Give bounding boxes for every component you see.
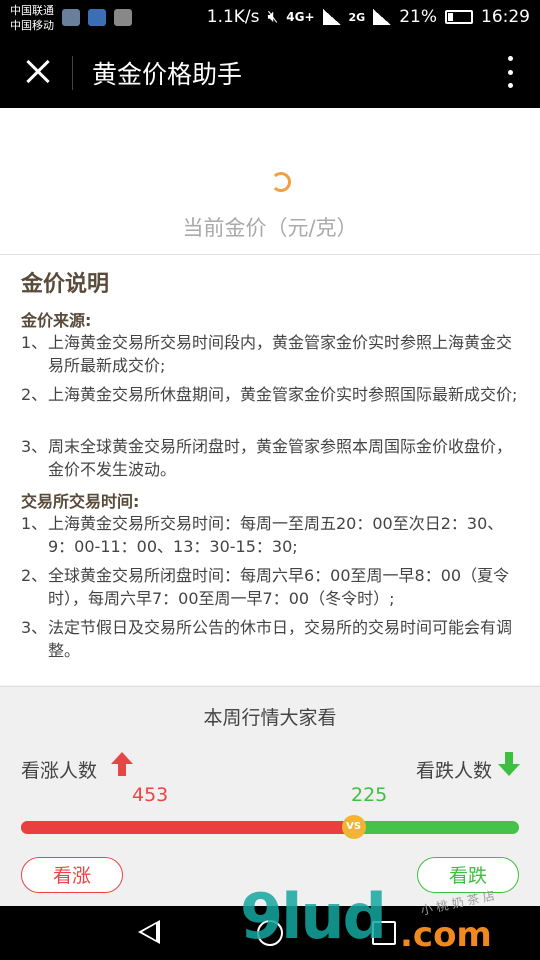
status-bar: 中国联通 中国移动 1.1K/s 🔇︎ 4G+ 2G 21% 16:29 <box>0 0 540 36</box>
status-right: 1.1K/s 🔇︎ 4G+ 2G 21% 16:29 <box>207 7 530 27</box>
network-speed: 1.1K/s <box>206 7 260 27</box>
hours-heading: 交易所交易时间: <box>21 492 140 511</box>
rise-count: 453 <box>132 784 169 806</box>
vote-ratio-bar: VS <box>21 815 519 839</box>
rise-label: 看涨人数 <box>21 760 98 782</box>
weibo-icon <box>62 9 80 26</box>
vs-badge: VS <box>341 815 366 839</box>
carrier-2: 中国移动 <box>10 19 54 32</box>
list-item: 2、 全球黄金交易所闭盘时间：每周六早6：00至周一早8：00（夏令时），每周六… <box>21 564 526 610</box>
current-price-label: 当前金价（元/克） <box>182 216 358 240</box>
vote-section: 本周行情大家看 看涨人数 看跌人数 453 225 VS 看涨 看跌 <box>0 686 540 907</box>
loading-spinner-icon <box>271 172 291 192</box>
item-text: 上海黄金交易所交易时间：每周一至周五20：00至次日2：30、9：00-11：0… <box>48 514 504 556</box>
price-card: 当前金价（元/克） <box>0 108 540 255</box>
notification-icons <box>62 9 132 26</box>
item-number: 3、 <box>21 437 48 456</box>
watermark-suffix: .com <box>400 915 492 955</box>
more-dot <box>507 56 513 61</box>
vote-rise-button[interactable]: 看涨 <box>21 857 123 893</box>
list-item: 1、 上海黄金交易所交易时间：每周一至周五20：00至次日2：30、9：00-1… <box>21 512 526 558</box>
battery-percent: 21% <box>399 7 437 27</box>
carrier-1: 中国联通 <box>10 4 54 17</box>
item-text: 法定节假日及交易所公告的休市日，交易所的交易时间可能会有调整。 <box>48 618 513 660</box>
item-number: 1、 <box>21 514 48 533</box>
vote-fall-button[interactable]: 看跌 <box>417 857 519 893</box>
item-number: 3、 <box>21 618 48 637</box>
item-text: 上海黄金交易所休盘期间，黄金管家金价实时参照国际最新成交价; <box>48 385 518 404</box>
maps-icon <box>88 9 106 26</box>
list-item: 3、 周末全球黄金交易所闭盘时，黄金管家参照本周国际金价收盘价，金价不发生波动。 <box>21 435 526 481</box>
fall-label: 看跌人数 <box>415 760 492 782</box>
clock: 16:29 <box>481 7 530 27</box>
appbar-divider <box>72 56 73 90</box>
arrow-up-icon <box>111 752 133 776</box>
item-number: 1、 <box>21 333 48 352</box>
fall-count: 225 <box>351 784 388 806</box>
item-text: 全球黄金交易所闭盘时间：每周六早6：00至周一早8：00（夏令时），每周六早7：… <box>48 566 510 608</box>
battery-icon <box>445 10 473 24</box>
more-vertical-icon[interactable] <box>506 56 514 88</box>
gallery-icon <box>114 9 132 26</box>
explanation-section: 金价说明 金价来源: 1、 上海黄金交易所交易时间段内，黄金管家金价实时参照上海… <box>0 255 540 685</box>
item-text: 上海黄金交易所交易时间段内，黄金管家金价实时参照上海黄金交易所最新成交价; <box>48 333 513 375</box>
page-title: 黄金价格助手 <box>92 60 243 89</box>
item-number: 2、 <box>21 385 48 404</box>
app-bar: 黄金价格助手 <box>0 36 540 108</box>
signal-icon <box>322 9 341 25</box>
list-item: 1、 上海黄金交易所交易时间段内，黄金管家金价实时参照上海黄金交易所最新成交价; <box>21 331 526 377</box>
item-text: 周末全球黄金交易所闭盘时，黄金管家参照本周国际金价收盘价，金价不发生波动。 <box>48 437 513 479</box>
source-heading: 金价来源: <box>21 311 92 330</box>
network-type-1: 4G+ <box>286 10 315 24</box>
mute-icon: 🔇︎ <box>267 7 279 27</box>
back-icon[interactable] <box>138 920 160 944</box>
list-item: 2、 上海黄金交易所休盘期间，黄金管家金价实时参照国际最新成交价; <box>21 383 526 406</box>
arrow-down-icon <box>498 752 520 776</box>
network-type-2: 2G <box>348 10 366 24</box>
item-number: 2、 <box>21 566 48 585</box>
list-item: 3、 法定节假日及交易所公告的休市日，交易所的交易时间可能会有调整。 <box>21 616 526 662</box>
signal-icon-2 <box>373 9 392 25</box>
more-dot <box>507 69 513 75</box>
vote-title: 本周行情大家看 <box>203 707 337 729</box>
rise-ratio-fill <box>21 821 354 834</box>
more-dot <box>507 83 513 88</box>
watermark-logo: 9lud <box>240 880 387 953</box>
explanation-title: 金价说明 <box>21 272 110 297</box>
carrier-labels: 中国联通 中国移动 <box>10 3 54 33</box>
close-icon[interactable] <box>20 54 56 90</box>
